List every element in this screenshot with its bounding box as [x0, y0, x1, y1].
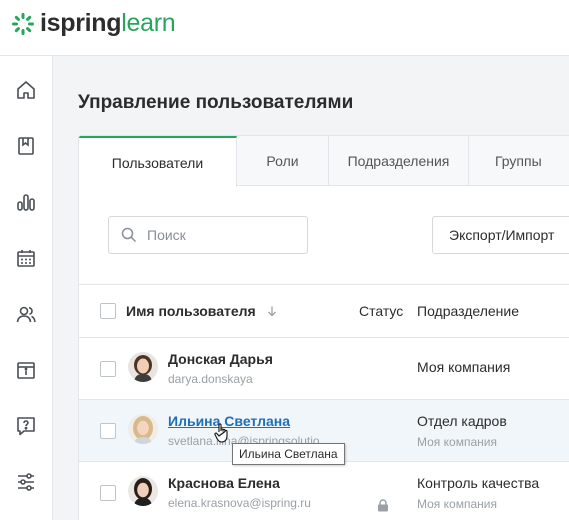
sidebar-item-courses[interactable]: [6, 126, 46, 166]
sidebar-item-help[interactable]: [6, 406, 46, 446]
user-department: Моя компания: [417, 359, 511, 375]
user-name-link[interactable]: Донская Дарья: [168, 351, 273, 367]
logo-text-ispring: ispring: [40, 9, 122, 37]
logo-wordmark: ispringlearn: [40, 9, 176, 37]
column-header-department: Подразделение: [417, 303, 520, 319]
search-icon: [121, 227, 137, 243]
home-icon: [17, 81, 35, 99]
tab-departments[interactable]: Подразделения: [329, 136, 469, 186]
sidebar-item-calendar[interactable]: [6, 238, 46, 278]
logo-icon: [12, 12, 34, 35]
tab-groups[interactable]: Группы: [469, 136, 569, 186]
avatar: [128, 476, 158, 506]
tabs-bar: Пользователи Роли Подразделения Группы: [79, 136, 569, 187]
sidebar-item-users[interactable]: [6, 294, 46, 334]
lock-icon: [378, 499, 388, 512]
table-header: Имя пользователя Статус Подразделение: [79, 284, 569, 338]
sidebar: [0, 56, 53, 520]
book-icon: [18, 137, 34, 155]
user-department: Отдел кадров: [417, 413, 507, 429]
user-department: Контроль качества: [417, 475, 540, 491]
sidebar-item-settings[interactable]: [6, 462, 46, 502]
row-checkbox[interactable]: [100, 485, 116, 501]
table-row[interactable]: Краснова Елена elena.krasnova@ispring.ru…: [79, 462, 569, 520]
logo-text-learn: learn: [121, 9, 176, 37]
sidebar-item-info[interactable]: [6, 350, 46, 390]
select-all-checkbox[interactable]: [100, 303, 116, 319]
top-bar: ispringlearn: [0, 0, 569, 56]
info-box-icon: [17, 362, 35, 379]
user-email: elena.krasnova@ispring.ru: [168, 496, 311, 510]
hand-cursor-icon: [214, 423, 228, 443]
search-placeholder: Поиск: [147, 227, 186, 243]
table-row[interactable]: Донская Дарья darya.donskaya Моя компани…: [79, 338, 569, 400]
user-name-link[interactable]: Краснова Елена: [168, 475, 280, 491]
logo[interactable]: ispringlearn: [11, 9, 176, 37]
user-department-parent: Моя компания: [417, 435, 497, 449]
page-title: Управление пользователями: [78, 92, 354, 113]
user-department-parent: Моя компания: [417, 497, 497, 511]
bar-chart-icon: [17, 194, 35, 211]
export-import-button[interactable]: Экспорт/Импорт: [432, 216, 569, 254]
calendar-icon: [17, 250, 35, 267]
name-tooltip: Ильина Светлана: [232, 443, 345, 465]
column-header-name[interactable]: Имя пользователя: [126, 303, 278, 319]
row-checkbox[interactable]: [100, 361, 116, 377]
users-icon: [16, 306, 36, 323]
sidebar-item-home[interactable]: [6, 70, 46, 110]
avatar: [128, 414, 158, 444]
column-header-name-label: Имя пользователя: [126, 303, 256, 319]
column-header-status: Статус: [359, 303, 404, 319]
row-checkbox[interactable]: [100, 423, 116, 439]
tab-users[interactable]: Пользователи: [79, 136, 237, 187]
user-email: darya.donskaya: [168, 372, 253, 386]
sliders-icon: [18, 473, 34, 491]
search-input[interactable]: Поиск: [108, 216, 308, 254]
tab-roles[interactable]: Роли: [237, 136, 329, 186]
sort-down-icon: [267, 306, 276, 317]
question-chat-icon: [17, 417, 35, 436]
avatar: [128, 352, 158, 382]
sidebar-item-reports[interactable]: [6, 182, 46, 222]
